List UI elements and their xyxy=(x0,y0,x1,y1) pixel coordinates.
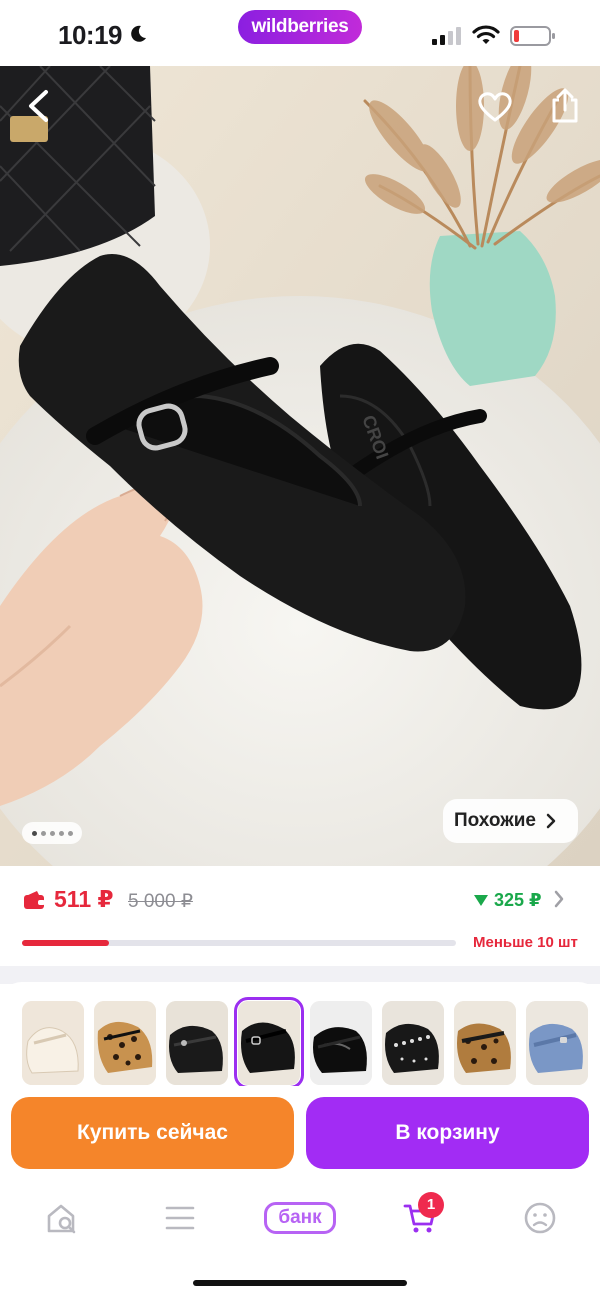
add-to-cart-button[interactable]: В корзину xyxy=(306,1097,589,1169)
status-bar: 10:19 wildberries xyxy=(0,0,600,66)
current-price: 511 ₽ xyxy=(54,886,114,912)
similar-label: Похожие xyxy=(454,810,536,831)
stock-label: Меньше 10 шт xyxy=(473,934,578,951)
variant-thumbnail-leopard-strap[interactable] xyxy=(454,1001,516,1085)
purchase-actions: Купить сейчас В корзину xyxy=(0,1086,600,1184)
page-dot xyxy=(31,830,37,836)
home-search-icon xyxy=(47,1204,76,1234)
page-dot xyxy=(58,830,64,836)
back-button[interactable] xyxy=(16,84,60,128)
chevron-left-icon xyxy=(29,90,48,122)
home-indicator xyxy=(193,1280,407,1286)
product-photo-gallery[interactable]: CROI Похожие xyxy=(0,66,600,866)
variant-thumbnail-black-patent[interactable] xyxy=(310,1001,372,1085)
product-photo: CROI xyxy=(0,66,600,866)
moon-icon xyxy=(131,25,146,42)
variant-thumbnail-denim-blue[interactable] xyxy=(526,1001,588,1085)
wallet-icon xyxy=(24,891,45,909)
chevron-right-icon[interactable] xyxy=(553,890,565,908)
down-arrow-icon xyxy=(474,895,488,906)
chevron-right-icon xyxy=(546,813,556,829)
bottom-navigation: банк 1 xyxy=(0,1184,600,1297)
nav-catalog[interactable] xyxy=(160,1198,200,1238)
nav-bank[interactable]: банк xyxy=(264,1198,336,1238)
status-time: 10:19 xyxy=(58,20,123,50)
page-dot xyxy=(67,830,73,836)
favorite-button[interactable] xyxy=(474,86,516,128)
nav-home[interactable] xyxy=(40,1198,84,1238)
bank-label: банк xyxy=(264,1202,336,1234)
color-variants xyxy=(0,982,600,1102)
heart-icon xyxy=(478,92,512,122)
variant-thumbnail-black-mesh[interactable] xyxy=(166,1001,228,1085)
page-dot xyxy=(40,830,46,836)
price-card: 511 ₽ 5 000 ₽ 325 ₽ Меньше 10 шт xyxy=(0,866,600,966)
cashback-value: 325 ₽ xyxy=(494,890,542,910)
profile-icon xyxy=(524,1202,556,1234)
variant-thumbnail-black-studded[interactable] xyxy=(382,1001,444,1085)
old-price: 5 000 ₽ xyxy=(128,891,193,912)
buy-now-button[interactable]: Купить сейчас xyxy=(11,1097,294,1169)
similar-button[interactable]: Похожие xyxy=(443,799,578,843)
cellular-signal-icon xyxy=(432,27,461,45)
battery-icon xyxy=(510,26,555,46)
cart-count-badge: 1 xyxy=(418,1192,444,1218)
variant-thumbnail-cream[interactable] xyxy=(22,1001,84,1085)
share-icon xyxy=(552,88,578,123)
share-button[interactable] xyxy=(544,84,586,128)
menu-icon xyxy=(165,1206,195,1230)
stock-progress-bar xyxy=(22,940,456,946)
page-dot xyxy=(49,830,55,836)
variant-thumbnail-black-suede[interactable] xyxy=(234,997,304,1089)
nav-profile[interactable] xyxy=(520,1198,560,1238)
wifi-icon xyxy=(472,25,500,44)
stock-progress-fill xyxy=(22,940,109,946)
variant-thumbnail-leopard[interactable] xyxy=(94,1001,156,1085)
cashback[interactable]: 325 ₽ xyxy=(474,890,542,911)
brand-logo: wildberries xyxy=(238,10,362,44)
photo-page-indicator xyxy=(22,822,82,844)
